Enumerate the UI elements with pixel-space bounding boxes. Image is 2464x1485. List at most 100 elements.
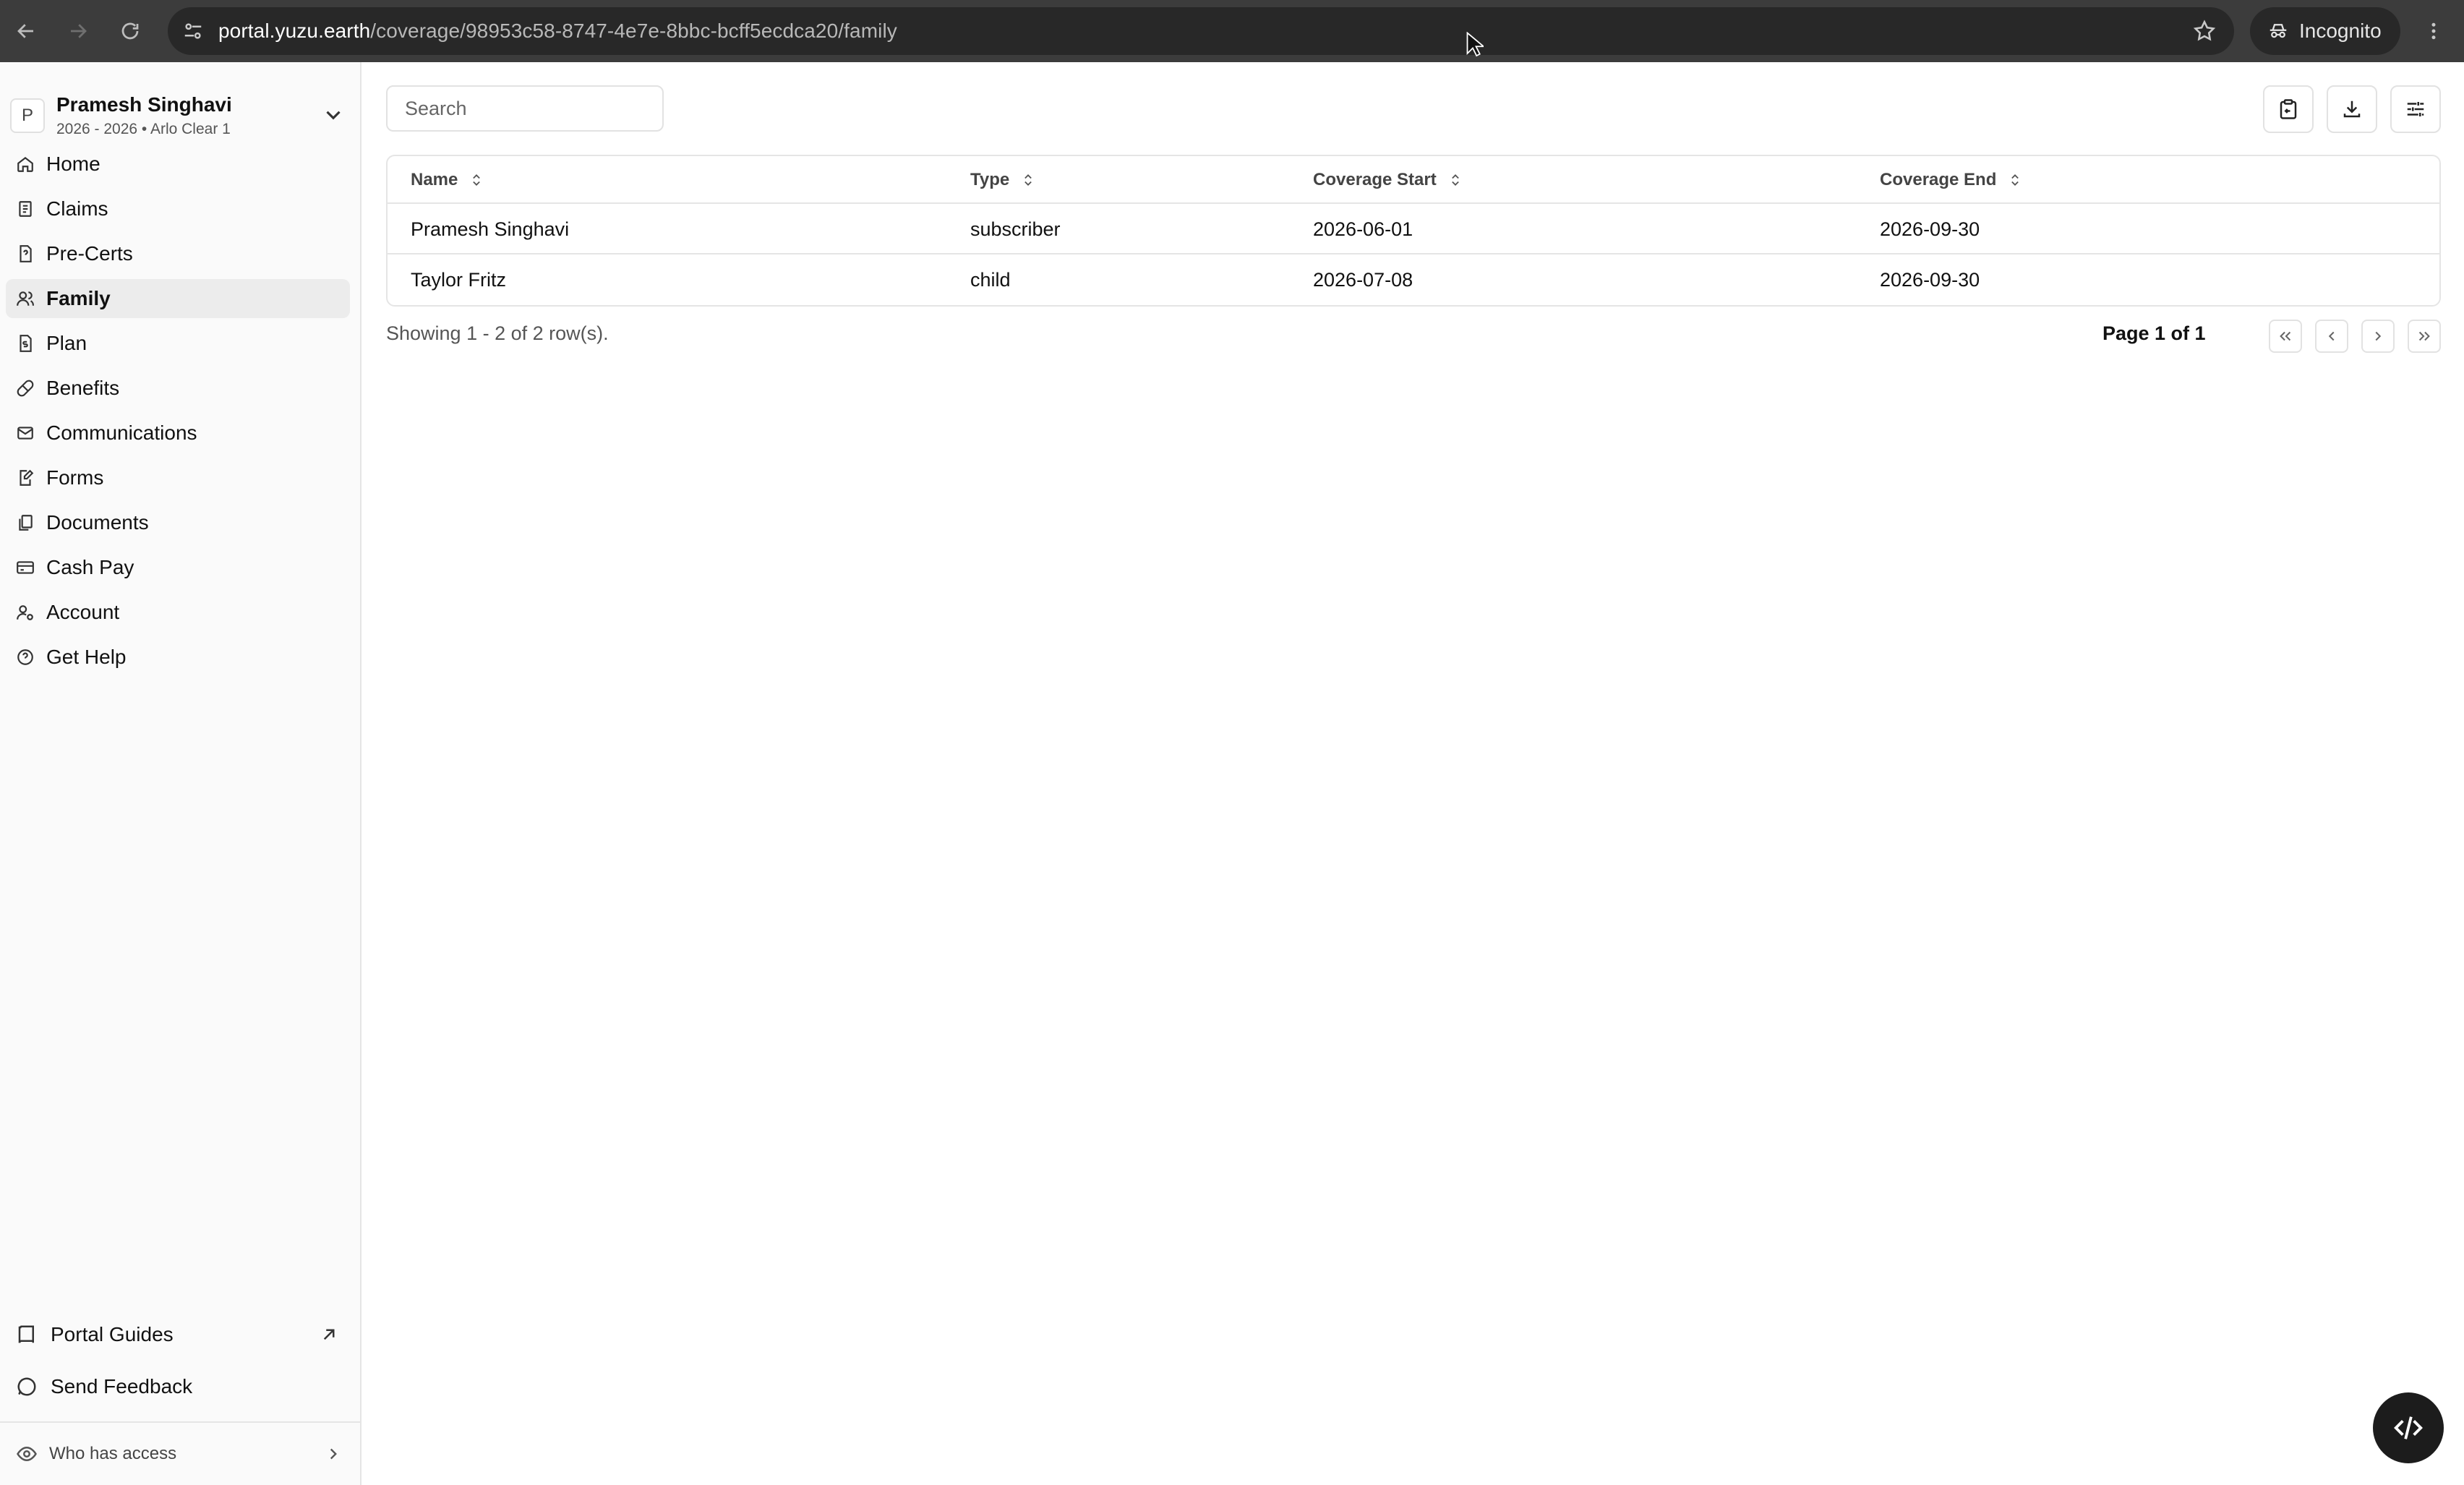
- external-link-icon: [323, 1329, 335, 1340]
- sidebar-item-family[interactable]: Family: [6, 279, 350, 318]
- site-info-button[interactable]: [168, 7, 218, 55]
- browser-toolbar: portal.yuzu.earth/coverage/98953c58-8747…: [0, 0, 2464, 62]
- address-bar[interactable]: portal.yuzu.earth/coverage/98953c58-8747…: [168, 7, 2234, 55]
- family-table: Name Type Coverage Start Coverage End Pr…: [386, 155, 2441, 307]
- users-icon: [17, 291, 34, 306]
- sidebar-item-plan[interactable]: Plan: [6, 324, 350, 363]
- cell-coverage-end: 2026-09-30: [1880, 268, 1980, 291]
- book-icon: [18, 1325, 34, 1343]
- url-path: /coverage/98953c58-8747-4e7e-8bbc-bcff5e…: [370, 20, 897, 42]
- sidebar-footer: Portal Guides Send Feedback: [6, 1313, 350, 1408]
- sidebar-item-label: Pre-Certs: [46, 242, 133, 265]
- column-header-coverage-end[interactable]: Coverage End: [1880, 156, 2022, 204]
- table-row[interactable]: Pramesh Singhavi subscriber 2026-06-01 2…: [388, 204, 2439, 254]
- sidebar-item-label: Communications: [46, 421, 197, 444]
- cell-name: Pramesh Singhavi: [411, 218, 570, 240]
- download-icon: [2343, 100, 2361, 118]
- cell-coverage-end: 2026-09-30: [1880, 218, 1980, 240]
- user-cog-icon: [17, 605, 33, 620]
- sidebar-item-pre-certs[interactable]: Pre-Certs: [6, 234, 350, 273]
- account-name: Pramesh Singhavi: [56, 93, 232, 116]
- sidebar-item-benefits[interactable]: Benefits: [6, 369, 350, 408]
- incognito-label: Incognito: [2299, 20, 2382, 42]
- chevron-left-icon: [2328, 331, 2335, 341]
- sidebar-item-label: Plan: [46, 332, 87, 354]
- row-count-text: Showing 1 - 2 of 2 row(s).: [386, 322, 609, 344]
- send-feedback-label: Send Feedback: [51, 1375, 193, 1398]
- who-has-access-button[interactable]: Who has access: [0, 1421, 360, 1485]
- sidebar-item-account[interactable]: Account: [6, 593, 350, 632]
- copy-button[interactable]: [2263, 85, 2314, 133]
- arrow-left-icon: [17, 24, 33, 38]
- cell-coverage-start: 2026-07-08: [1313, 268, 1413, 291]
- who-has-access-label: Who has access: [49, 1444, 177, 1463]
- chevron-right-icon: [330, 1448, 337, 1460]
- sidebar-item-label: Get Help: [46, 646, 127, 668]
- account-switcher[interactable]: P Pramesh Singhavi 2026 - 2026 • Arlo Cl…: [10, 85, 350, 146]
- column-header-name[interactable]: Name: [411, 156, 484, 204]
- sidebar-item-label: Cash Pay: [46, 556, 134, 578]
- help-circle-icon: [17, 649, 33, 665]
- sidebar-item-label: Home: [46, 153, 100, 175]
- portal-guides-link[interactable]: Portal Guides: [6, 1313, 350, 1356]
- column-header-coverage-start[interactable]: Coverage Start: [1313, 156, 1463, 204]
- reload-button[interactable]: [104, 0, 156, 62]
- page-indicator: Page 1 of 1: [2102, 322, 2206, 344]
- documents-icon: [19, 515, 33, 531]
- portal-guides-label: Portal Guides: [51, 1323, 174, 1345]
- sidebar-item-label: Forms: [46, 466, 104, 489]
- column-header-type[interactable]: Type: [970, 156, 1035, 204]
- send-feedback-button[interactable]: Send Feedback: [6, 1365, 350, 1408]
- file-dollar-icon: [20, 335, 32, 352]
- avatar: P: [10, 98, 45, 133]
- sidebar-item-documents[interactable]: Documents: [6, 503, 350, 542]
- sort-icon: [2011, 174, 2019, 186]
- sidebar-nav: Home Claims Pre-Certs Family Plan Benefi…: [6, 145, 350, 682]
- sidebar-item-cash-pay[interactable]: Cash Pay: [6, 548, 350, 587]
- forward-button[interactable]: [52, 0, 104, 62]
- sidebar-item-home[interactable]: Home: [6, 145, 350, 184]
- incognito-badge[interactable]: Incognito: [2250, 7, 2400, 55]
- dev-tools-button[interactable]: [2373, 1392, 2444, 1463]
- next-page-button[interactable]: [2361, 320, 2395, 353]
- account-plan: 2026 - 2026 • Arlo Clear 1: [56, 121, 231, 137]
- bookmark-star-icon[interactable]: [2192, 19, 2217, 43]
- home-icon: [17, 156, 33, 172]
- sidebar: P Pramesh Singhavi 2026 - 2026 • Arlo Cl…: [0, 62, 362, 1485]
- previous-page-button[interactable]: [2315, 320, 2348, 353]
- clipboard-copy-icon: [2280, 99, 2297, 119]
- account-info: Pramesh Singhavi 2026 - 2026 • Arlo Clea…: [56, 93, 232, 138]
- incognito-icon: [2270, 24, 2287, 38]
- sidebar-item-label: Claims: [46, 197, 108, 220]
- sidebar-item-communications[interactable]: Communications: [6, 414, 350, 453]
- credit-card-icon: [17, 561, 34, 574]
- message-circle-icon: [17, 1377, 36, 1396]
- url-text: portal.yuzu.earth/coverage/98953c58-8747…: [218, 20, 897, 43]
- chevrons-right-icon: [2418, 331, 2430, 341]
- browser-menu-button[interactable]: [2419, 10, 2448, 52]
- download-button[interactable]: [2327, 85, 2377, 133]
- search-input[interactable]: [386, 85, 664, 132]
- last-page-button[interactable]: [2408, 320, 2441, 353]
- column-header-label: Coverage Start: [1313, 170, 1437, 189]
- chevrons-left-icon: [2280, 331, 2291, 341]
- sidebar-item-claims[interactable]: Claims: [6, 189, 350, 228]
- column-header-label: Coverage End: [1880, 170, 1997, 189]
- back-button[interactable]: [0, 0, 52, 62]
- table-header: Name Type Coverage Start Coverage End: [388, 156, 2439, 204]
- sidebar-item-label: Benefits: [46, 377, 120, 399]
- cell-coverage-start: 2026-06-01: [1313, 218, 1413, 240]
- column-settings-button[interactable]: [2390, 85, 2441, 133]
- table-row[interactable]: Taylor Fritz child 2026-07-08 2026-09-30: [388, 254, 2439, 305]
- first-page-button[interactable]: [2269, 320, 2302, 353]
- url-host: portal.yuzu.earth: [218, 20, 371, 42]
- more-vertical-icon: [2431, 22, 2436, 40]
- file-question-icon: [20, 245, 32, 262]
- sidebar-item-forms[interactable]: Forms: [6, 458, 350, 497]
- sort-icon: [1451, 174, 1459, 186]
- cell-type: subscriber: [970, 218, 1061, 240]
- eye-icon: [17, 1446, 37, 1462]
- sidebar-item-get-help[interactable]: Get Help: [6, 638, 350, 677]
- column-header-label: Name: [411, 170, 458, 189]
- sidebar-item-label: Documents: [46, 511, 149, 534]
